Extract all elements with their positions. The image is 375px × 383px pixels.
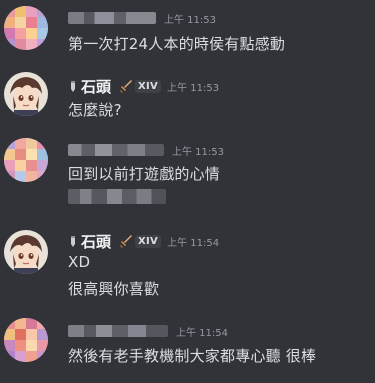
message-group-3: 上午 11:53 回到以前打遊戲的心情 <box>0 132 375 212</box>
pixelated-username[interactable] <box>68 144 164 156</box>
message-group-5: 上午 11:54 然後有老手教機制大家都專心聽 很棒 <box>0 314 375 383</box>
pixelated-username[interactable] <box>68 12 156 24</box>
message-timestamp: 上午 11:54 <box>167 237 220 249</box>
username-stone[interactable]: 石頭 <box>81 231 111 252</box>
role-tag-xiv[interactable]: XIV <box>135 234 162 248</box>
username-stone[interactable]: 石頭 <box>81 76 111 97</box>
message-text: 第一次打24人本的時侯有點感動 <box>68 35 286 53</box>
user-avatar-stone[interactable] <box>4 72 48 116</box>
pencil-icon <box>71 81 75 92</box>
message-group-4: 石頭 XIV 上午 11:54 XD 很高興你喜歡 <box>0 226 375 306</box>
pixelated-message-line <box>68 189 166 204</box>
message-text: 怎麼說? <box>68 101 122 119</box>
pencil-icon <box>71 236 75 247</box>
user-avatar-pixelated[interactable] <box>4 138 48 182</box>
message-timestamp: 上午 11:53 <box>172 146 224 158</box>
sword-icon <box>120 235 133 248</box>
user-avatar-pixelated[interactable] <box>4 6 48 50</box>
message-timestamp: 上午 11:53 <box>167 82 220 94</box>
message-group-1: 上午 11:53 第一次打24人本的時侯有點感動 <box>0 0 375 60</box>
message-text: 很高興你喜歡 <box>68 280 160 298</box>
message-timestamp: 上午 11:53 <box>164 14 216 26</box>
pixelated-username[interactable] <box>68 325 168 337</box>
message-timestamp: 上午 11:54 <box>176 327 228 339</box>
role-tag-xiv[interactable]: XIV <box>135 79 162 93</box>
message-text: 然後有老手教機制大家都專心聽 很棒 <box>68 347 317 365</box>
user-avatar-pixelated[interactable] <box>4 318 48 362</box>
message-group-2: 石頭 XIV 上午 11:53 怎麼說? <box>0 66 375 126</box>
message-text: XD <box>68 253 91 271</box>
sword-icon <box>120 80 133 93</box>
message-text: 回到以前打遊戲的心情 <box>68 165 221 183</box>
user-avatar-stone[interactable] <box>4 230 48 274</box>
